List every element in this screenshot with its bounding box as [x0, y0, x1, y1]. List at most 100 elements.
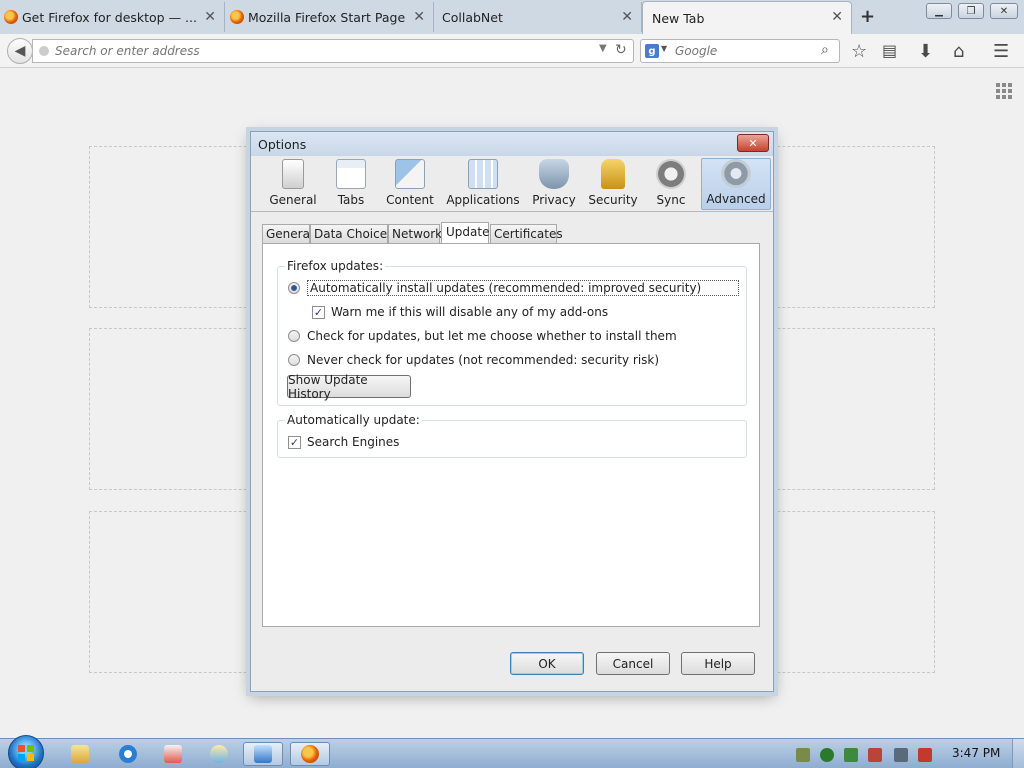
subtab-general[interactable]: General [262, 224, 313, 243]
new-tab-grid-icon[interactable] [996, 83, 1012, 99]
pane-label: Content [386, 193, 434, 207]
tab-new-tab[interactable]: New Tab ✕ [642, 1, 852, 34]
pane-advanced[interactable]: Advanced [701, 158, 771, 210]
pane-label: Tabs [337, 193, 365, 207]
tab-title: Mozilla Firefox Start Page [248, 9, 406, 25]
subtab-certificates[interactable]: Certificates [490, 224, 563, 243]
tab-close-icon[interactable]: ✕ [831, 9, 843, 25]
auto-update-group: Automatically update: ✓ Search Engines [277, 413, 747, 458]
pane-security[interactable]: Security [587, 158, 639, 210]
downloads-arrow-icon[interactable]: ⬇ [918, 41, 933, 62]
sync-icon [656, 159, 686, 189]
pane-privacy[interactable]: Privacy [531, 158, 577, 210]
start-orb-icon[interactable] [8, 735, 44, 768]
pane-tabs[interactable]: Tabs [329, 158, 373, 210]
firefox-favicon-icon [4, 10, 18, 24]
new-tab-plus-icon[interactable]: + [860, 6, 875, 27]
dialog-close-icon[interactable]: ✕ [737, 134, 769, 152]
tray-network-icon[interactable] [796, 748, 810, 762]
explorer-taskbar-button[interactable] [60, 742, 100, 766]
check-only-option[interactable]: Check for updates, but let me choose whe… [288, 329, 677, 343]
tray-security-icon[interactable] [844, 748, 858, 762]
radio-button[interactable] [288, 354, 300, 366]
auto-install-option[interactable]: Automatically install updates (recommend… [288, 280, 739, 296]
folder-icon [71, 745, 89, 763]
auto-install-label: Automatically install updates (recommend… [307, 280, 739, 296]
tab-collabnet[interactable]: CollabNet ✕ [434, 2, 642, 32]
pane-label: General [269, 193, 317, 207]
site-identity-icon[interactable] [39, 46, 49, 56]
cancel-button[interactable]: Cancel [596, 652, 670, 675]
tray-volume-muted-icon[interactable] [918, 748, 932, 762]
show-desktop-button[interactable] [1012, 739, 1024, 768]
search-bar[interactable]: g ▼ ⌕ [640, 39, 840, 63]
applications-icon [468, 159, 498, 189]
tab-close-icon[interactable]: ✕ [204, 9, 216, 25]
subtab-network[interactable]: Network [388, 224, 442, 243]
warn-addons-option[interactable]: ✓ Warn me if this will disable any of my… [312, 305, 608, 319]
subtab-update[interactable]: Update [441, 222, 489, 243]
bookmarks-menu-icon[interactable]: ▤ [882, 41, 897, 60]
windows-taskbar: 3:47 PM [0, 735, 1024, 768]
ie-taskbar-button[interactable] [108, 742, 148, 766]
checkbox-checked[interactable]: ✓ [312, 305, 325, 319]
firefox-icon [301, 745, 319, 763]
minimize-icon[interactable]: ▁ [926, 3, 952, 19]
tab-get-firefox[interactable]: Get Firefox for desktop — ... ✕ [0, 2, 225, 32]
pane-sync[interactable]: Sync [649, 158, 693, 210]
radio-button[interactable] [288, 282, 300, 294]
pane-general[interactable]: General [267, 158, 319, 210]
ok-button[interactable]: OK [510, 652, 584, 675]
search-engines-option[interactable]: ✓ Search Engines [288, 435, 399, 449]
advanced-gear-icon [721, 159, 751, 188]
navigation-toolbar: ◀ ▼ ↻ g ▼ ⌕ ☆ ▤ ⬇ ⌂ ☰ [0, 34, 1024, 68]
pane-label: Sync [656, 193, 686, 207]
firefox-favicon-icon [230, 10, 244, 24]
tab-title: CollabNet [442, 9, 503, 25]
magnifier-icon[interactable]: ⌕ [821, 42, 829, 58]
pane-applications[interactable]: Applications [446, 158, 520, 210]
engine-dropdown-icon[interactable]: ▼ [661, 44, 667, 53]
url-bar[interactable]: ▼ ↻ [32, 39, 634, 63]
checkbox-checked[interactable]: ✓ [288, 435, 301, 449]
radio-button[interactable] [288, 330, 300, 342]
hamburger-menu-icon[interactable]: ☰ [993, 41, 1009, 62]
bookmark-star-icon[interactable]: ☆ [851, 41, 867, 62]
dialog-titlebar: Options ✕ [251, 132, 773, 156]
warn-addons-label: Warn me if this will disable any of my a… [331, 305, 609, 319]
back-arrow-icon[interactable]: ◀ [7, 38, 33, 64]
tray-display-icon[interactable] [894, 748, 908, 762]
reload-icon[interactable]: ↻ [615, 42, 627, 58]
home-icon[interactable]: ⌂ [953, 41, 964, 62]
tray-media-icon[interactable] [820, 748, 834, 762]
tab-title: New Tab [652, 10, 705, 26]
group-caption: Firefox updates: [285, 259, 386, 273]
help-button[interactable]: Help [681, 652, 755, 675]
tab-start-page[interactable]: Mozilla Firefox Start Page ✕ [226, 2, 434, 32]
firefox-taskbar-button[interactable] [290, 742, 330, 766]
check-only-label: Check for updates, but let me choose whe… [307, 329, 677, 343]
window-close-icon[interactable]: ✕ [990, 3, 1018, 19]
address-input[interactable] [55, 43, 595, 59]
app-icon [164, 745, 182, 763]
tray-app-icon[interactable] [868, 748, 882, 762]
pane-label: Privacy [532, 193, 576, 207]
google-engine-icon[interactable]: g [645, 44, 659, 58]
tab-strip: Get Firefox for desktop — ... ✕ Mozilla … [0, 0, 1024, 34]
pane-content[interactable]: Content [383, 158, 437, 210]
url-history-dropdown-icon[interactable]: ▼ [599, 43, 607, 54]
monitor-taskbar-button[interactable] [243, 742, 283, 766]
tab-close-icon[interactable]: ✕ [413, 9, 425, 25]
restore-icon[interactable]: ❐ [958, 3, 984, 19]
taskbar-clock[interactable]: 3:47 PM [952, 746, 1000, 760]
tab-close-icon[interactable]: ✕ [621, 9, 633, 25]
subtab-data-choices[interactable]: Data Choices [310, 224, 393, 243]
firefox-updates-group: Firefox updates: Automatically install u… [277, 259, 747, 406]
show-update-history-button[interactable]: Show Update History [287, 373, 411, 401]
app-taskbar-button[interactable] [153, 742, 193, 766]
never-check-option[interactable]: Never check for updates (not recommended… [288, 353, 659, 367]
search-input[interactable] [675, 43, 815, 59]
options-dialog: Options ✕ General Tabs Content Applicati… [250, 131, 774, 692]
paint-taskbar-button[interactable] [199, 742, 239, 766]
pane-label: Advanced [706, 192, 766, 206]
